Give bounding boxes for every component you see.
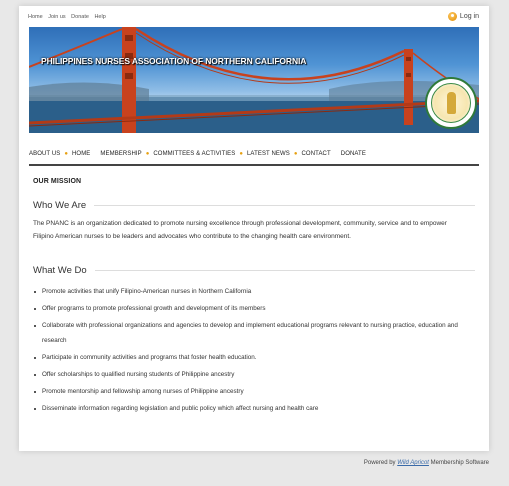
- who-we-are-heading: Who We Are: [33, 200, 87, 211]
- main-content: OUR MISSION Who We Are The PNANC is an o…: [33, 178, 475, 419]
- footer-wild-apricot-link[interactable]: Wild Apricot: [397, 460, 429, 466]
- nav-label: ABOUT US: [29, 150, 61, 157]
- list-item: Promote mentorship and fellowship among …: [33, 385, 475, 400]
- nav-dropdown-dot-icon: ●: [293, 150, 298, 157]
- heading-divider: [94, 205, 475, 206]
- seal-emblem: [431, 83, 471, 123]
- nav-label: LATEST NEWS: [246, 150, 290, 157]
- nav-label: HOME: [72, 150, 91, 157]
- heading-divider: [94, 270, 475, 271]
- nav-label: CONTACT: [301, 150, 331, 157]
- nav-label: MEMBERSHIP: [100, 150, 142, 157]
- what-we-do-heading: What We Do: [33, 265, 87, 276]
- nav-latest-news[interactable]: LATEST NEWS ●: [247, 151, 302, 157]
- list-item: Promote activities that unify Filipino-A…: [33, 285, 475, 300]
- header-banner: PHILIPPINES NURSES ASSOCIATION OF NORTHE…: [29, 27, 479, 133]
- top-link-donate[interactable]: Donate: [71, 14, 89, 20]
- footer-suffix: Membership Software: [430, 460, 489, 466]
- tower-window: [406, 57, 411, 61]
- nav-label: COMMITTEES & ACTIVITIES: [153, 150, 236, 157]
- list-item: Offer programs to promote professional g…: [33, 302, 475, 317]
- nav-dropdown-dot-icon: ●: [239, 150, 243, 157]
- top-bar: Home Join us Donate Help Log in: [19, 6, 489, 26]
- footer: Powered by Wild Apricot Membership Softw…: [364, 460, 489, 466]
- association-seal: [425, 77, 477, 129]
- list-item: Participate in community activities and …: [33, 351, 475, 366]
- nav-about-us[interactable]: ABOUT US ●: [29, 151, 72, 157]
- page-container: Home Join us Donate Help Log in PHILIPPI…: [19, 6, 489, 451]
- top-links: Home Join us Donate Help: [28, 14, 110, 20]
- who-we-are-heading-row: Who We Are: [33, 200, 475, 211]
- nav-committees[interactable]: COMMITTEES & ACTIVITIES ●: [153, 151, 247, 157]
- list-item: Collaborate with professional organizati…: [33, 319, 475, 348]
- top-link-help[interactable]: Help: [94, 14, 105, 20]
- tower-window: [406, 73, 411, 77]
- tower-window: [125, 73, 133, 79]
- main-nav: ABOUT US ● HOME MEMBERSHIP ● COMMITTEES …: [29, 143, 479, 166]
- user-icon: [447, 12, 457, 21]
- login-link[interactable]: Log in: [447, 12, 479, 21]
- top-link-home[interactable]: Home: [28, 14, 43, 20]
- footer-powered-by: Powered by: [363, 460, 396, 466]
- mission-heading: OUR MISSION: [33, 178, 82, 185]
- nav-membership[interactable]: MEMBERSHIP ●: [100, 151, 153, 157]
- login-label: Log in: [459, 13, 479, 20]
- nav-dropdown-dot-icon: ●: [145, 150, 150, 157]
- nav-home[interactable]: HOME: [72, 151, 100, 157]
- top-link-join[interactable]: Join us: [48, 14, 65, 20]
- list-item: Disseminate information regarding legisl…: [33, 402, 475, 417]
- what-we-do-list: Promote activities that unify Filipino-A…: [33, 285, 475, 416]
- nav-dropdown-dot-icon: ●: [64, 150, 68, 157]
- what-we-do-heading-row: What We Do: [33, 265, 475, 276]
- list-item: Offer scholarships to qualified nursing …: [33, 368, 475, 383]
- who-we-are-text: The PNANC is an organization dedicated t…: [33, 220, 447, 240]
- nav-contact[interactable]: CONTACT: [302, 151, 341, 157]
- tower-window: [125, 35, 133, 41]
- nav-label: DONATE: [340, 150, 366, 157]
- banner-title: PHILIPPINES NURSES ASSOCIATION OF NORTHE…: [41, 56, 307, 66]
- bridge-illustration: [29, 27, 479, 133]
- nav-donate[interactable]: DONATE: [341, 151, 366, 157]
